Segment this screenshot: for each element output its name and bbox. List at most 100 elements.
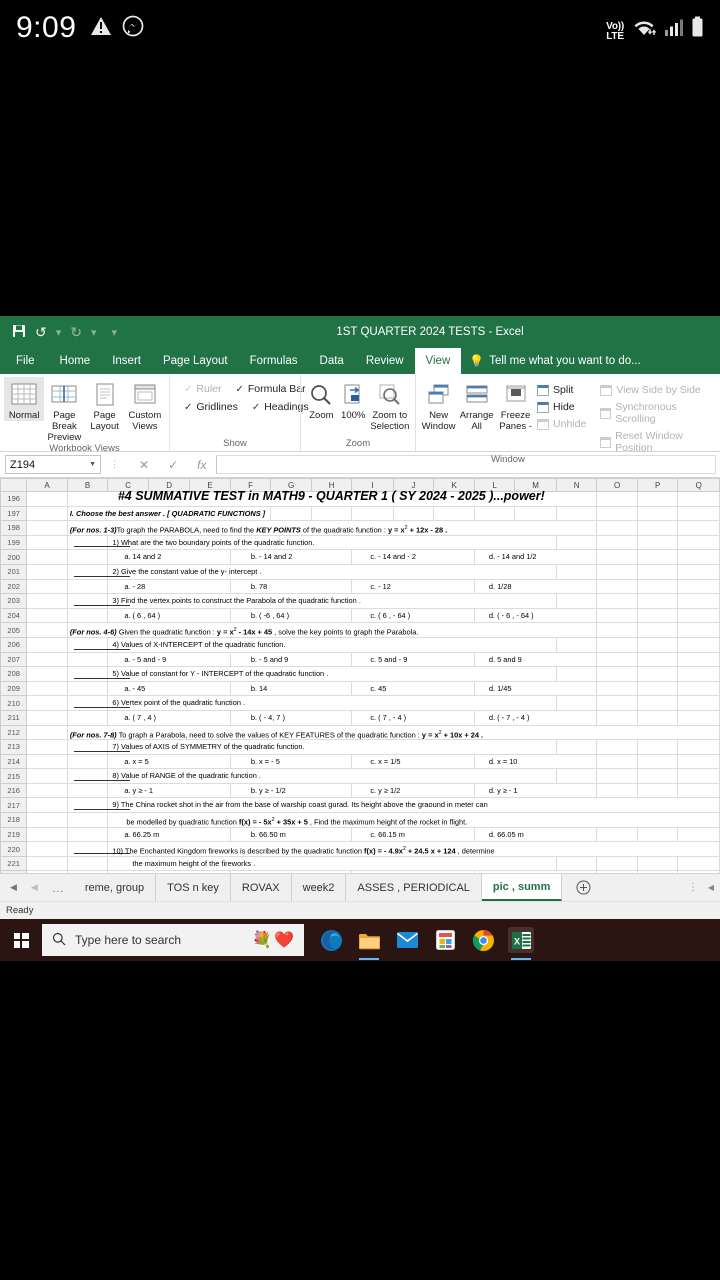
table-row[interactable]: 210 6) Vertex point of the quadratic fun… [0, 695, 720, 711]
cell-A206[interactable] [26, 636, 68, 653]
table-row[interactable]: 201 2) Give the constant value of the y-… [0, 563, 720, 580]
table-row[interactable]: 221 the maximum height of the fireworks … [0, 855, 720, 872]
ribbon-tab-page-layout[interactable]: Page Layout [152, 348, 239, 374]
cell-N215[interactable] [555, 768, 598, 784]
row-header-208[interactable]: 208 [0, 666, 28, 682]
cell-B211[interactable] [66, 709, 109, 726]
cell-O202[interactable] [596, 578, 638, 595]
col-header-B[interactable]: B [66, 478, 109, 492]
cell-I202-opt-c[interactable]: c. - 12 [351, 578, 475, 595]
cell-A218[interactable] [26, 812, 68, 828]
cell-O211[interactable] [596, 709, 638, 726]
cell-O197[interactable] [596, 505, 638, 522]
more-sheets-icon[interactable]: … [52, 881, 64, 895]
ribbon-tab-data[interactable]: Data [309, 348, 355, 374]
row-header-210[interactable]: 210 [0, 695, 28, 711]
cell-A222[interactable] [26, 870, 68, 873]
tab-split-handle-icon[interactable]: ⋮ [688, 882, 698, 893]
table-row[interactable]: 220 10) The Enchanted Kingdom fireworks … [0, 841, 720, 857]
cell-F207-opt-b[interactable]: b. - 5 and 9 [229, 651, 353, 668]
cell-C206-question[interactable]: 4) Values of X-INTERCEPT of the quadrati… [107, 636, 557, 653]
cell-L211-opt-d[interactable]: d. ( - 7 , - 4 ) [473, 709, 598, 726]
cell-B206-blank[interactable] [66, 636, 130, 653]
cell-Q200[interactable] [677, 549, 720, 565]
row-header-197[interactable]: 197 [0, 505, 28, 522]
cell-A200[interactable] [26, 549, 68, 565]
cell-A205[interactable] [26, 622, 68, 638]
cell-F222-opt-b[interactable]: b. 154.665 ft [229, 870, 353, 873]
ruler-checkbox[interactable]: ✓ Ruler [184, 383, 221, 395]
ribbon-tab-insert[interactable]: Insert [101, 348, 152, 374]
prev-sheet-icon[interactable]: ◀ [31, 882, 38, 893]
cell-F209-opt-b[interactable]: b. 14 [229, 680, 353, 697]
cell-O215[interactable] [596, 768, 638, 784]
cell-C221-question-cont[interactable]: the maximum height of the fireworks . [107, 855, 557, 872]
cell-B215-blank[interactable] [66, 768, 130, 784]
cell-O199[interactable] [596, 534, 638, 551]
cell-O210[interactable] [596, 695, 638, 711]
cell-B213-blank[interactable] [66, 739, 130, 755]
row-header-201[interactable]: 201 [0, 563, 28, 580]
gridlines-checkbox[interactable]: ✓ Gridlines [184, 401, 238, 413]
cell-N201[interactable] [555, 563, 598, 580]
cell-Q201[interactable] [677, 563, 720, 580]
table-row[interactable]: 206 4) Values of X-INTERCEPT of the quad… [0, 636, 720, 653]
cell-Q213[interactable] [677, 739, 720, 755]
cell-A199[interactable] [26, 534, 68, 551]
cell-H197[interactable] [310, 505, 353, 522]
cell-O206[interactable] [596, 636, 638, 653]
cell-P208[interactable] [636, 666, 679, 682]
table-row[interactable]: 204 a. ( 6 , 64 ) b. ( -6 , 64 ) c. ( 6 … [0, 607, 720, 624]
cell-L219-opt-d[interactable]: d. 66.05 m [473, 826, 598, 843]
cell-A196[interactable] [26, 491, 68, 507]
table-row[interactable]: 219 a. 66.25 m b. 66.50 m c. 66.15 m d. … [0, 826, 720, 843]
cell-Q197[interactable] [677, 505, 720, 522]
page-break-preview-button[interactable]: Page Break Preview [44, 377, 84, 443]
cell-O208[interactable] [596, 666, 638, 682]
file-explorer-icon[interactable] [356, 927, 382, 960]
cell-B199-blank[interactable] [66, 534, 130, 551]
cell-Q221[interactable] [677, 855, 720, 872]
cell-A220[interactable] [26, 841, 68, 857]
cell-I204-opt-c[interactable]: c. ( 6 , - 64 ) [351, 607, 475, 624]
cell-C213-question[interactable]: 7) Values of AXIS of SYMMETRY of the qua… [107, 739, 557, 755]
table-row[interactable]: 199 1) What are the two boundary points … [0, 534, 720, 551]
cell-B204[interactable] [66, 607, 109, 624]
cell-O213[interactable] [596, 739, 638, 755]
cell-B198-group-1-3[interactable]: (For nos. 1-3)To graph the PARABOLA, nee… [66, 520, 598, 536]
cell-B212-group-7-8[interactable]: (For nos. 7-8) To graph a Parabola, need… [66, 724, 720, 741]
cell-P215[interactable] [636, 768, 679, 784]
cell-Q204[interactable] [677, 607, 720, 624]
sheet-tab-pic-summ[interactable]: pic , summ [481, 874, 563, 901]
cell-N203[interactable] [555, 593, 598, 609]
cell-B207[interactable] [66, 651, 109, 668]
mail-icon[interactable] [394, 927, 420, 953]
table-row[interactable]: 197 I. Choose the best answer . [ QUADRA… [0, 505, 720, 522]
cell-L200-opt-d[interactable]: d. - 14 and 1/2 [473, 549, 598, 565]
table-row[interactable]: 222 a. 154.605 ft b. 154.665 ft c. 154.6… [0, 870, 720, 873]
cell-C199-question[interactable]: 1) What are the two boundary points of t… [107, 534, 557, 551]
customize-qat-icon[interactable]: ▾ [112, 326, 118, 339]
table-row[interactable]: 207 a. - 5 and - 9 b. - 5 and 9 c. 5 and… [0, 651, 720, 668]
cell-C207-opt-a[interactable]: a. - 5 and - 9 [107, 651, 231, 668]
cell-P201[interactable] [636, 563, 679, 580]
ribbon-tab-file[interactable]: File [0, 348, 49, 374]
cell-P213[interactable] [636, 739, 679, 755]
taskbar-search-box[interactable]: Type here to search 💐 ❤️ [42, 924, 304, 956]
cell-P207[interactable] [636, 651, 679, 668]
cell-B219[interactable] [66, 826, 109, 843]
sheet-tab-tos-n-key[interactable]: TOS n key [156, 874, 231, 901]
cell-C217-question[interactable]: 9) The China rocket shot in the air from… [107, 797, 720, 814]
cell-C216-opt-a[interactable]: a. y ≥ - 1 [107, 782, 231, 799]
row-header-212[interactable]: 212 [0, 724, 28, 741]
row-header-214[interactable]: 214 [0, 753, 28, 770]
cell-N210[interactable] [555, 695, 598, 711]
cell-F219-opt-b[interactable]: b. 66.50 m [229, 826, 353, 843]
taskbar-app-icons[interactable]: X [304, 927, 534, 960]
cell-Q198[interactable] [677, 520, 720, 536]
sheet-tabs-right[interactable]: ⋮ ◀ [682, 874, 720, 901]
row-header-217[interactable]: 217 [0, 797, 28, 814]
sheet-tab-rovax[interactable]: ROVAX [231, 874, 292, 901]
cell-N208[interactable] [555, 666, 598, 682]
cell-Q216[interactable] [677, 782, 720, 799]
